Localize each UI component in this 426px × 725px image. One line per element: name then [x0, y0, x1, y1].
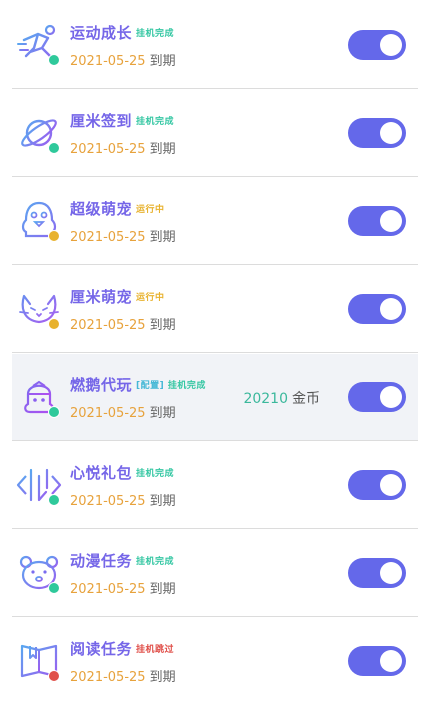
status-dot [48, 230, 60, 242]
status-dot [48, 54, 60, 66]
task-row-gift[interactable]: 心悦礼包 挂机完成 2021-05-25 到期 [12, 442, 418, 529]
toggle-switch[interactable] [348, 294, 406, 324]
status-label: 挂机完成 [136, 469, 175, 479]
status-dot [48, 670, 60, 682]
toggle-switch[interactable] [348, 646, 406, 676]
status-dot [48, 582, 60, 594]
status-dot [48, 142, 60, 154]
status-label: 运行中 [136, 293, 165, 303]
toggle-knob [380, 386, 402, 408]
toggle-knob [380, 298, 402, 320]
toggle-switch[interactable] [348, 30, 406, 60]
toggle-knob [380, 34, 402, 56]
toggle-knob [380, 650, 402, 672]
task-title: 厘米萌宠 运行中 [70, 288, 165, 306]
coin-balance: 20210 金币 [243, 391, 320, 407]
task-title: 燃鹅代玩 [配置] 挂机完成 [70, 376, 206, 394]
status-label: 挂机完成 [136, 557, 175, 567]
status-label: 挂机完成 [136, 29, 175, 39]
toggle-switch[interactable] [348, 470, 406, 500]
status-dot [48, 494, 60, 506]
task-title: 阅读任务 挂机跳过 [70, 640, 175, 658]
task-row-reading[interactable]: 阅读任务 挂机跳过 2021-05-25 到期 [12, 618, 418, 705]
status-label: 挂机跳过 [136, 645, 175, 655]
toggle-switch[interactable] [348, 206, 406, 236]
expiry-date: 2021-05-25 到期 [70, 670, 176, 685]
expiry-date: 2021-05-25 到期 [70, 494, 176, 509]
toggle-switch[interactable] [348, 382, 406, 412]
status-label: [配置] 挂机完成 [136, 381, 206, 391]
expiry-date: 2021-05-25 到期 [70, 54, 176, 69]
task-row-super-pet[interactable]: 超级萌宠 运行中 2021-05-25 到期 [12, 178, 418, 265]
task-row-checkin[interactable]: 厘米签到 挂机完成 2021-05-25 到期 [12, 90, 418, 177]
status-dot [48, 318, 60, 330]
task-title: 超级萌宠 运行中 [70, 200, 165, 218]
status-label: 挂机完成 [136, 117, 175, 127]
status-dot [48, 406, 60, 418]
expiry-date: 2021-05-25 到期 [70, 230, 176, 245]
task-row-pet[interactable]: 厘米萌宠 运行中 2021-05-25 到期 [12, 266, 418, 353]
expiry-date: 2021-05-25 到期 [70, 406, 176, 421]
expiry-date: 2021-05-25 到期 [70, 318, 176, 333]
toggle-knob [380, 562, 402, 584]
task-title: 厘米签到 挂机完成 [70, 112, 175, 130]
expiry-date: 2021-05-25 到期 [70, 142, 176, 157]
task-title: 动漫任务 挂机完成 [70, 552, 175, 570]
toggle-knob [380, 122, 402, 144]
toggle-switch[interactable] [348, 558, 406, 588]
toggle-knob [380, 210, 402, 232]
task-row-sport[interactable]: 运动成长 挂机完成 2021-05-25 到期 [12, 2, 418, 89]
task-row-play[interactable]: 燃鹅代玩 [配置] 挂机完成 2021-05-25 到期 20210 金币 [12, 354, 418, 441]
toggle-switch[interactable] [348, 118, 406, 148]
status-label: 运行中 [136, 205, 165, 215]
task-row-anime[interactable]: 动漫任务 挂机完成 2021-05-25 到期 [12, 530, 418, 617]
task-title: 心悦礼包 挂机完成 [70, 464, 175, 482]
expiry-date: 2021-05-25 到期 [70, 582, 176, 597]
toggle-knob [380, 474, 402, 496]
task-title: 运动成长 挂机完成 [70, 24, 175, 42]
